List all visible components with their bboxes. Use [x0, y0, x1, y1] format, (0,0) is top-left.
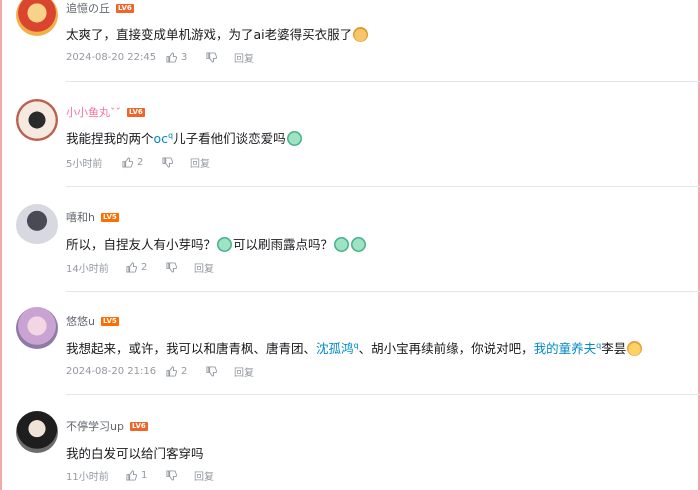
- username[interactable]: 不停学习up: [66, 418, 124, 434]
- reply-button[interactable]: 回复: [190, 155, 210, 170]
- divider: [66, 186, 700, 187]
- tongyangfu-link[interactable]: 我的童养夫: [534, 341, 597, 356]
- dog-emoji-icon: [353, 27, 369, 42]
- level-badge: LV6: [129, 421, 148, 431]
- comment-text: 所以，自捏友人有小芽吗？ 可以刷雨露点吗？: [66, 234, 367, 253]
- level-badge: LV5: [100, 212, 119, 222]
- reply-button[interactable]: 回复: [234, 50, 254, 65]
- username[interactable]: 小小鱼丸ˇˇ: [66, 104, 121, 120]
- username[interactable]: 悠悠u: [66, 313, 95, 329]
- dislike-button[interactable]: [206, 366, 234, 377]
- level-badge: LV6: [127, 107, 145, 117]
- like-button[interactable]: 3: [166, 52, 206, 63]
- shen-guhong-link[interactable]: 沈孤鸿: [316, 341, 354, 356]
- thumbs-up-icon: [166, 52, 177, 63]
- thumbs-down-icon: [166, 262, 177, 273]
- oc-link[interactable]: oc: [154, 131, 169, 146]
- thumbs-down-icon: [206, 366, 217, 377]
- divider: [66, 394, 700, 395]
- cat-emoji-icon: [627, 341, 643, 356]
- dislike-button[interactable]: [166, 262, 194, 273]
- comment-text: 太爽了，直接变成单机游戏，为了ai老婆得买衣服了: [66, 24, 369, 43]
- avatar[interactable]: [16, 204, 58, 246]
- avatar[interactable]: [16, 99, 58, 141]
- comment-time: 11小时前: [66, 472, 109, 483]
- level-badge: LV5: [100, 316, 119, 326]
- avatar[interactable]: [16, 307, 58, 349]
- like-count: 1: [141, 470, 148, 481]
- avatar[interactable]: [16, 0, 58, 36]
- comment-text: 我能捏我的两个ocq儿子看他们谈恋爱吗: [66, 128, 303, 147]
- reply-button[interactable]: 回复: [194, 468, 214, 483]
- thumbs-down-icon: [206, 52, 217, 63]
- comment-time: 2024-08-20 21:16: [66, 366, 157, 377]
- avatar[interactable]: [16, 411, 58, 453]
- comment-text: 我想起来，或许，我可以和唐青枫、唐青团、沈孤鸿q、胡小宝再续前缘，你说对吧，我的…: [66, 338, 643, 357]
- thumbs-up-icon: [122, 157, 133, 168]
- comment-time: 2024-08-20 22:45: [66, 52, 157, 63]
- like-button[interactable]: 2: [166, 366, 206, 377]
- thumbs-up-icon: [126, 470, 137, 481]
- thumbs-up-icon: [166, 366, 177, 377]
- comment-time: 14小时前: [66, 264, 109, 275]
- comment-text: 我的白发可以给门客穿吗: [66, 446, 204, 461]
- frog-emoji-icon: [217, 237, 233, 252]
- dislike-button[interactable]: [166, 470, 194, 481]
- username[interactable]: 追憶の丘: [66, 0, 110, 16]
- dislike-button[interactable]: [206, 52, 234, 63]
- reply-button[interactable]: 回复: [234, 364, 254, 379]
- like-button[interactable]: 1: [126, 470, 166, 481]
- divider: [66, 291, 700, 292]
- frog-emoji-icon: [351, 237, 367, 252]
- divider: [66, 81, 700, 82]
- left-frame-border: [0, 0, 2, 490]
- like-count: 2: [141, 262, 148, 273]
- username[interactable]: 嘻和h: [66, 209, 95, 225]
- like-button[interactable]: 2: [122, 157, 162, 168]
- dislike-button[interactable]: [162, 157, 190, 168]
- frog-emoji-icon: [334, 237, 350, 252]
- like-button[interactable]: 2: [126, 262, 166, 273]
- thumbs-down-icon: [166, 470, 177, 481]
- like-count: 3: [181, 52, 188, 63]
- comment-time: 5小时前: [66, 159, 103, 170]
- like-count: 2: [181, 366, 188, 377]
- reply-button[interactable]: 回复: [194, 260, 214, 275]
- level-badge: LV6: [116, 3, 134, 13]
- thumbs-down-icon: [162, 157, 173, 168]
- thumbs-up-icon: [126, 262, 137, 273]
- like-count: 2: [137, 157, 144, 168]
- frog-emoji-icon: [286, 131, 302, 146]
